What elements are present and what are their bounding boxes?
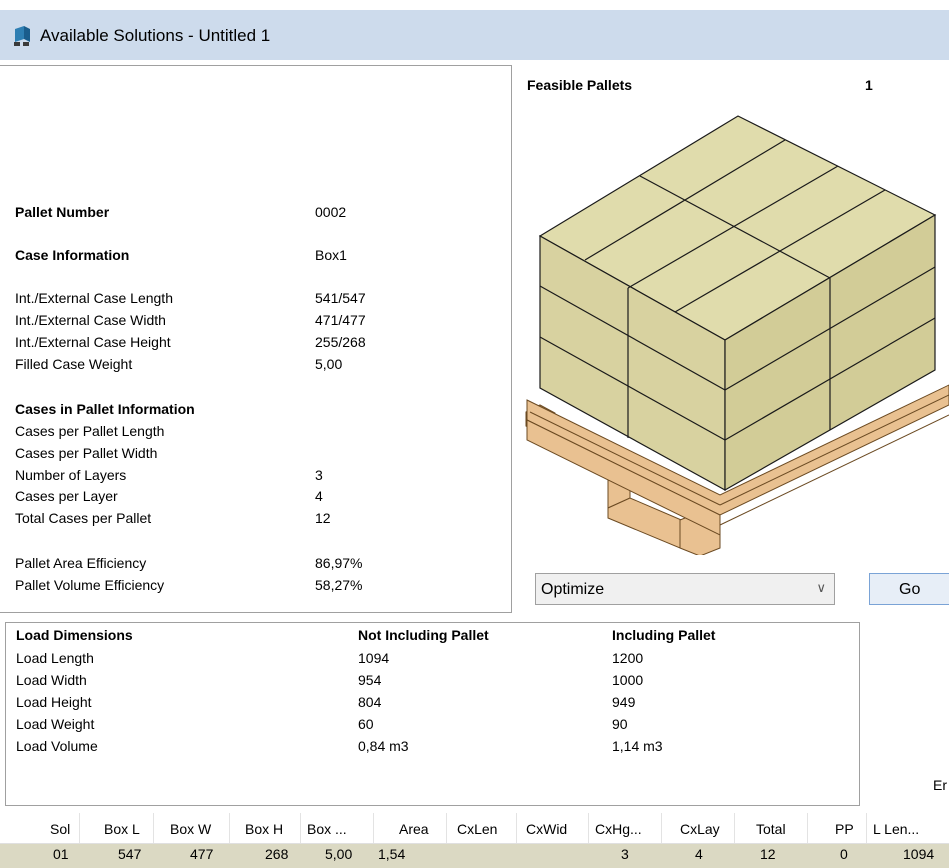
- load-length-incl: 1200: [612, 650, 644, 666]
- col-header[interactable]: Box W: [170, 821, 211, 837]
- load-width-incl: 1000: [612, 672, 644, 688]
- load-dimensions-panel: Load Dimensions Not Including Pallet Inc…: [5, 622, 860, 806]
- load-width-label: Load Width: [16, 672, 87, 688]
- cases-per-width-label: Cases per Pallet Width: [15, 445, 158, 461]
- case-height-value: 255/268: [315, 334, 366, 350]
- load-length-label: Load Length: [16, 650, 94, 666]
- table-cell: 477: [190, 846, 214, 862]
- col-header[interactable]: Box H: [245, 821, 283, 837]
- cutoff-label: Er: [933, 777, 947, 793]
- col-header[interactable]: Box ...: [307, 821, 347, 837]
- total-cases-value: 12: [315, 510, 331, 526]
- table-cell: 268: [265, 846, 289, 862]
- col-header[interactable]: Total: [756, 821, 786, 837]
- col-header[interactable]: Sol: [50, 821, 70, 837]
- area-efficiency-value: 86,97%: [315, 555, 363, 571]
- case-weight-label: Filled Case Weight: [15, 356, 133, 372]
- including-pallet-header: Including Pallet: [612, 627, 716, 643]
- not-including-pallet-header: Not Including Pallet: [358, 627, 489, 643]
- case-length-value: 541/547: [315, 290, 366, 306]
- cases-header: Cases in Pallet Information: [15, 401, 195, 417]
- pallet-info-panel: Pallet Number 0002 Case Information Box1…: [0, 65, 512, 613]
- case-height-label: Int./External Case Height: [15, 334, 171, 350]
- title-bar: Available Solutions - Untitled 1: [0, 0, 949, 62]
- cases-per-length-label: Cases per Pallet Length: [15, 423, 165, 439]
- cases-per-layer-value: 4: [315, 488, 323, 504]
- load-weight-not-incl: 60: [358, 716, 374, 732]
- col-header[interactable]: Area: [399, 821, 429, 837]
- go-button-label: Go: [899, 581, 921, 598]
- pallet-3d-view: [525, 115, 949, 555]
- volume-efficiency-value: 58,27%: [315, 577, 363, 593]
- chevron-down-icon: ∨: [816, 580, 826, 595]
- table-cell: 0: [840, 846, 848, 862]
- col-header[interactable]: CxHg...: [595, 821, 642, 837]
- total-cases-label: Total Cases per Pallet: [15, 510, 152, 526]
- case-width-value: 471/477: [315, 312, 366, 328]
- col-header[interactable]: L Len...: [873, 821, 919, 837]
- table-cell: 3: [621, 846, 629, 862]
- solutions-grid-header: Sol Box L Box W Box H Box ... Area CxLen…: [0, 813, 949, 844]
- feasible-pallets-label: Feasible Pallets: [527, 77, 633, 93]
- load-volume-label: Load Volume: [16, 738, 98, 754]
- col-header[interactable]: CxWid: [526, 821, 567, 837]
- load-length-not-incl: 1094: [358, 650, 390, 666]
- case-information-label: Case Information: [15, 247, 130, 263]
- load-height-label: Load Height: [16, 694, 92, 710]
- table-cell: 4: [695, 846, 703, 862]
- load-height-not-incl: 804: [358, 694, 382, 710]
- optimize-select-value: Optimize: [541, 581, 605, 598]
- table-cell: 1,54: [378, 846, 406, 862]
- layers-value: 3: [315, 467, 323, 483]
- case-weight-value: 5,00: [315, 356, 343, 372]
- optimize-select[interactable]: Optimize ∨: [535, 573, 835, 605]
- volume-efficiency-label: Pallet Volume Efficiency: [15, 577, 165, 593]
- cases-per-layer-label: Cases per Layer: [15, 488, 118, 504]
- col-header[interactable]: CxLen: [457, 821, 497, 837]
- load-width-not-incl: 954: [358, 672, 382, 688]
- load-dimensions-title: Load Dimensions: [16, 627, 133, 643]
- app-icon: [14, 26, 30, 46]
- window-title: Available Solutions - Untitled 1: [40, 26, 271, 45]
- pallet-number-label: Pallet Number: [15, 204, 110, 220]
- table-cell: 01: [53, 846, 69, 862]
- pallet-number-value: 0002: [315, 204, 347, 220]
- case-width-label: Int./External Case Width: [15, 312, 166, 328]
- load-weight-incl: 90: [612, 716, 628, 732]
- feasible-pallets-count: 1: [865, 77, 873, 93]
- table-cell: 12: [760, 846, 776, 862]
- col-header[interactable]: Box L: [104, 821, 140, 837]
- table-row[interactable]: 01 547 477 268 5,00 1,54 3 4 12 0 1094: [0, 844, 949, 868]
- area-efficiency-label: Pallet Area Efficiency: [15, 555, 147, 571]
- go-button[interactable]: Go: [869, 573, 949, 605]
- table-cell: 1094: [903, 846, 935, 862]
- load-volume-incl: 1,14 m3: [612, 738, 663, 754]
- table-cell: 5,00: [325, 846, 353, 862]
- load-volume-not-incl: 0,84 m3: [358, 738, 409, 754]
- case-information-value: Box1: [315, 247, 347, 263]
- table-cell: 547: [118, 846, 142, 862]
- load-height-incl: 949: [612, 694, 636, 710]
- col-header[interactable]: PP: [835, 821, 854, 837]
- case-length-label: Int./External Case Length: [15, 290, 173, 306]
- layers-label: Number of Layers: [15, 467, 127, 483]
- load-weight-label: Load Weight: [16, 716, 95, 732]
- col-header[interactable]: CxLay: [680, 821, 720, 837]
